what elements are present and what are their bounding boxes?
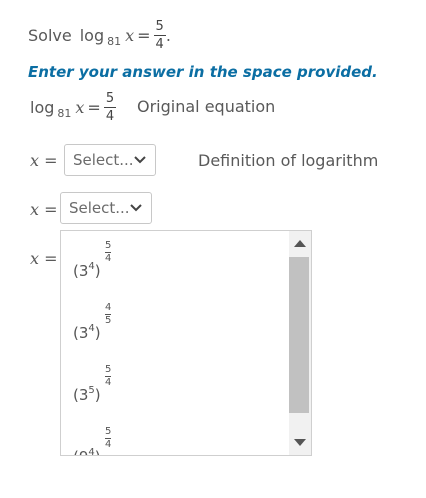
definition-select[interactable]: Select... <box>64 144 156 176</box>
option-outer-exp: 4 5 <box>105 302 112 326</box>
scroll-down-icon[interactable] <box>294 439 306 446</box>
option-base: 3 <box>78 324 89 342</box>
option-base: 3 <box>78 262 89 280</box>
step-note-definition: Definition of logarithm <box>198 151 379 170</box>
option-expression: (35) <box>73 385 101 404</box>
numerator: 5 <box>155 18 164 34</box>
step-note-original: Original equation <box>137 97 276 116</box>
fraction: 5 4 <box>103 90 117 124</box>
select-value: Select... <box>69 199 130 217</box>
option-expression: (34) <box>73 261 101 280</box>
option-inner-exp: 4 <box>88 323 95 334</box>
option-num: 5 <box>105 426 112 437</box>
paren-close: ) <box>95 448 101 455</box>
scrollbar[interactable] <box>289 231 311 455</box>
dropdown-option[interactable]: (94) 5 4 <box>71 425 271 456</box>
dropdown-option[interactable]: (35) 5 4 <box>71 363 271 407</box>
denominator: 4 <box>105 108 115 124</box>
paren-close: ) <box>94 386 101 404</box>
option-outer-exp: 5 4 <box>105 364 112 388</box>
equals-sign: = <box>137 25 151 45</box>
option-inner-exp: 5 <box>88 385 95 396</box>
denominator: 4 <box>155 36 164 52</box>
dropdown-option[interactable]: (34) 4 5 <box>71 301 271 345</box>
option-expression: (94) <box>73 447 101 456</box>
select-value: Select... <box>73 151 134 169</box>
option-expression: (34) <box>73 323 101 342</box>
period: . <box>165 25 171 45</box>
option-outer-exp: 5 4 <box>105 426 112 450</box>
step-original-equation: log 81 x = 5 4 <box>30 90 117 124</box>
dropdown-list[interactable]: (34) 5 4 (34) 4 5 (35) 5 4 (94) <box>60 230 312 456</box>
equals-sign: = <box>87 97 101 117</box>
fraction-bar <box>153 34 166 36</box>
problem-statement: Solve log 81 x = 5 4 . <box>28 18 171 52</box>
variable-x: x <box>125 25 135 45</box>
option-num: 5 <box>105 364 112 375</box>
step2-lhs: x = <box>30 151 58 170</box>
chevron-down-icon <box>134 156 146 164</box>
option-den: 4 <box>105 439 112 450</box>
option-base: 3 <box>78 386 89 404</box>
chevron-down-icon <box>130 204 142 212</box>
solve-word: Solve <box>28 25 72 45</box>
dropdown-option[interactable]: (34) 5 4 <box>71 239 271 283</box>
fraction: 5 4 <box>153 18 166 52</box>
instruction-text: Enter your answer in the space provided. <box>28 63 378 81</box>
option-den: 5 <box>105 315 112 326</box>
log-base: 81 <box>57 106 72 120</box>
option-outer-exp: 5 4 <box>105 240 112 264</box>
fraction-bar <box>103 106 117 108</box>
option-den: 4 <box>105 377 112 388</box>
step3-lhs: x = <box>30 200 58 219</box>
log-base: 81 <box>107 34 122 48</box>
step4-lhs: x = <box>30 249 58 268</box>
scroll-up-icon[interactable] <box>294 240 306 247</box>
option-num: 5 <box>105 240 112 251</box>
log-word: log <box>30 97 55 117</box>
variable-x: x <box>75 97 85 117</box>
scrollbar-thumb[interactable] <box>289 257 309 413</box>
option-select[interactable]: Select... <box>60 192 152 224</box>
option-num: 4 <box>105 302 112 313</box>
option-inner-exp: 4 <box>88 447 95 456</box>
log-word: log <box>79 25 105 45</box>
numerator: 5 <box>105 90 115 106</box>
option-den: 4 <box>105 253 112 264</box>
paren-close: ) <box>94 262 101 280</box>
option-base: 9 <box>79 448 89 455</box>
paren-close: ) <box>94 324 101 342</box>
option-inner-exp: 4 <box>88 261 95 272</box>
